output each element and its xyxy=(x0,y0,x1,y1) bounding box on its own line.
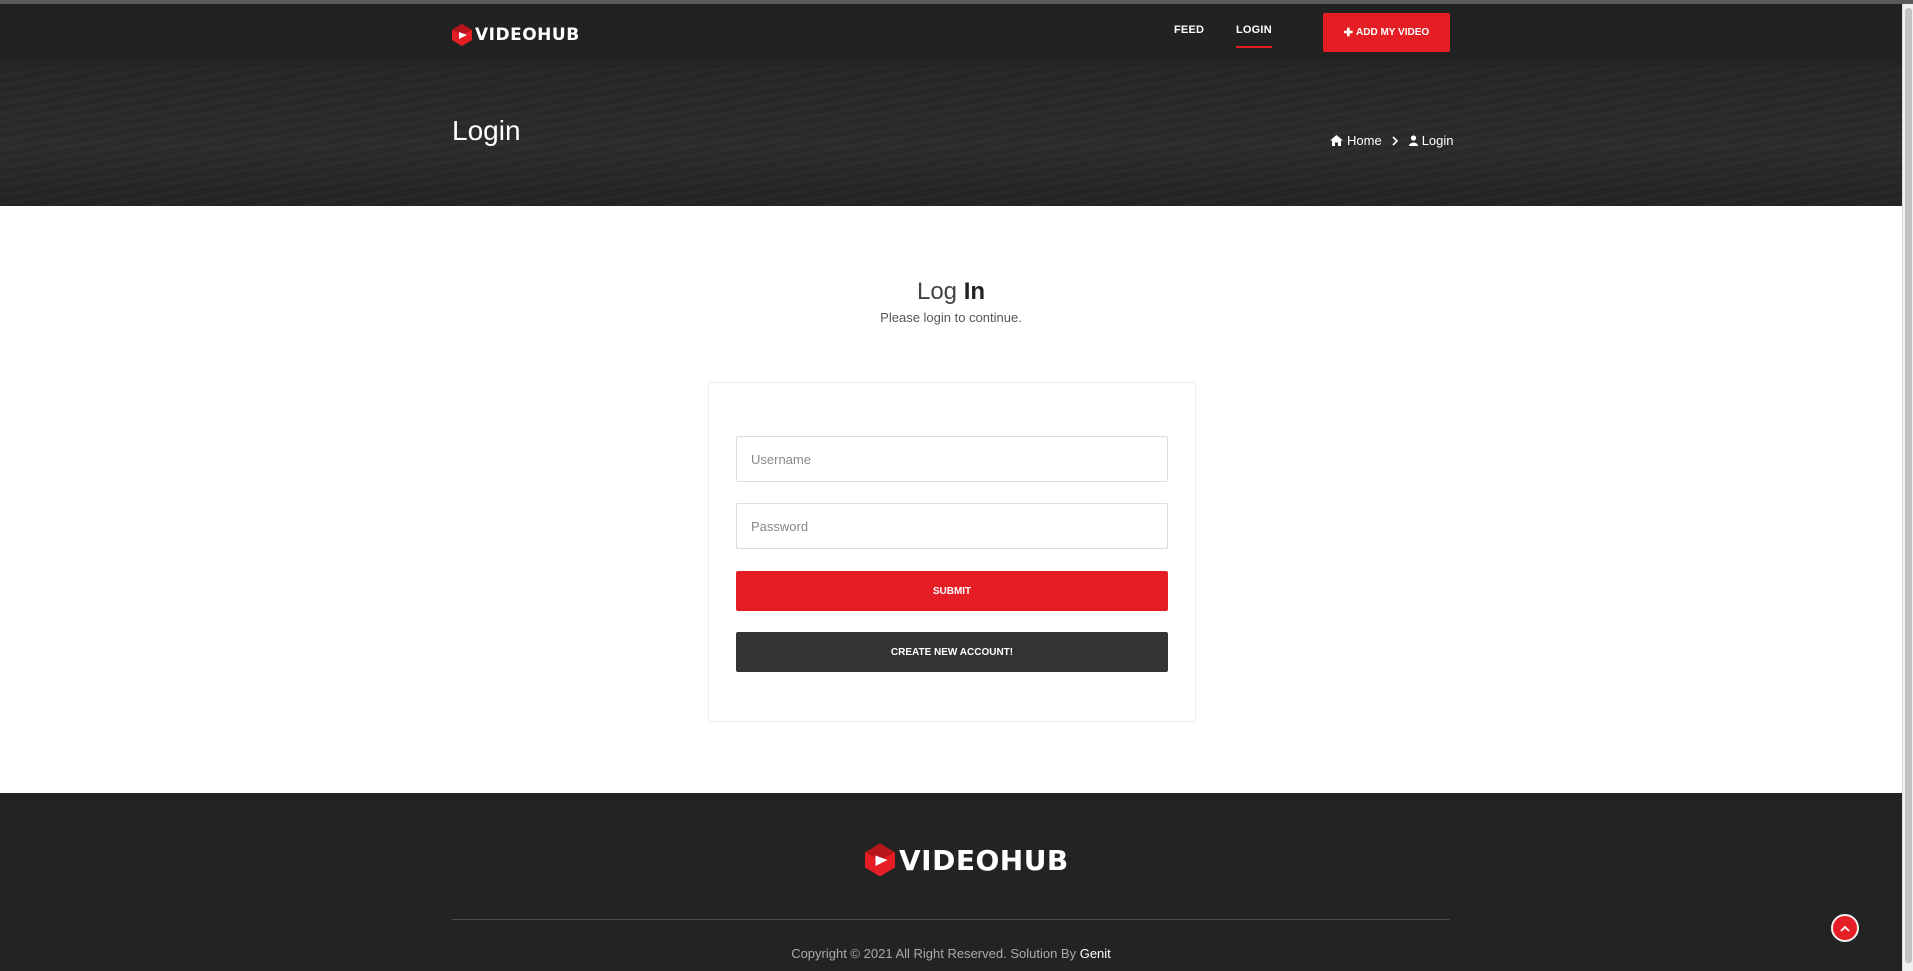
chevron-right-icon xyxy=(1392,135,1399,146)
logo-wordmark: VIDEOHUB xyxy=(899,843,1069,877)
breadcrumb-login: Login xyxy=(1408,133,1454,148)
page-title: Login xyxy=(452,115,521,146)
user-icon xyxy=(1408,135,1418,146)
nav-item-feed[interactable]: FEED xyxy=(1174,24,1204,36)
breadcrumb-home-label: Home xyxy=(1347,133,1382,148)
banner-texture xyxy=(0,66,1902,206)
videohub-logo-icon xyxy=(452,24,472,46)
login-heading: Log In xyxy=(0,278,1902,306)
home-icon xyxy=(1330,135,1343,146)
chevron-up-icon xyxy=(1840,919,1850,937)
footer xyxy=(0,793,1902,971)
login-heading-light: Log xyxy=(916,278,958,305)
create-account-button[interactable]: CREATE NEW ACCOUNT! xyxy=(736,632,1168,672)
add-my-video-button[interactable]: ✚ ADD MY VIDEO xyxy=(1323,13,1450,52)
copyright-text: Copyright © 2021 All Right Reserved. Sol… xyxy=(0,946,1902,961)
scroll-to-top-button[interactable] xyxy=(1831,914,1859,942)
footer-logo[interactable]: VIDEOHUB xyxy=(865,843,1069,877)
add-my-video-label: ADD MY VIDEO xyxy=(1356,27,1430,38)
header-logo[interactable]: VIDEOHUB xyxy=(452,24,580,46)
scrollbar-thumb[interactable] xyxy=(1905,8,1912,963)
username-input[interactable] xyxy=(736,436,1168,482)
page-banner xyxy=(0,4,1902,206)
page-scrollbar[interactable] xyxy=(1902,4,1913,971)
password-input[interactable] xyxy=(736,503,1168,549)
top-navbar xyxy=(0,4,1902,62)
page: VIDEOHUB FEED LOGIN ✚ ADD MY VIDEO Login… xyxy=(0,0,1913,971)
breadcrumb-login-label: Login xyxy=(1421,133,1454,148)
breadcrumb: Home Login xyxy=(1330,133,1454,148)
login-heading-bold: In xyxy=(963,278,986,305)
logo-wordmark: VIDEOHUB xyxy=(475,25,580,45)
submit-button[interactable]: SUBMIT xyxy=(736,571,1168,611)
nav-item-login[interactable]: LOGIN xyxy=(1236,24,1272,48)
solution-by-link[interactable]: Genit xyxy=(1080,946,1111,961)
footer-divider xyxy=(452,919,1450,920)
videohub-logo-icon xyxy=(865,843,895,877)
plus-icon: ✚ xyxy=(1343,27,1354,39)
login-subtitle: Please login to continue. xyxy=(880,310,1022,325)
copyright-label: Copyright © 2021 All Right Reserved. Sol… xyxy=(791,946,1077,961)
breadcrumb-home[interactable]: Home xyxy=(1330,133,1382,148)
